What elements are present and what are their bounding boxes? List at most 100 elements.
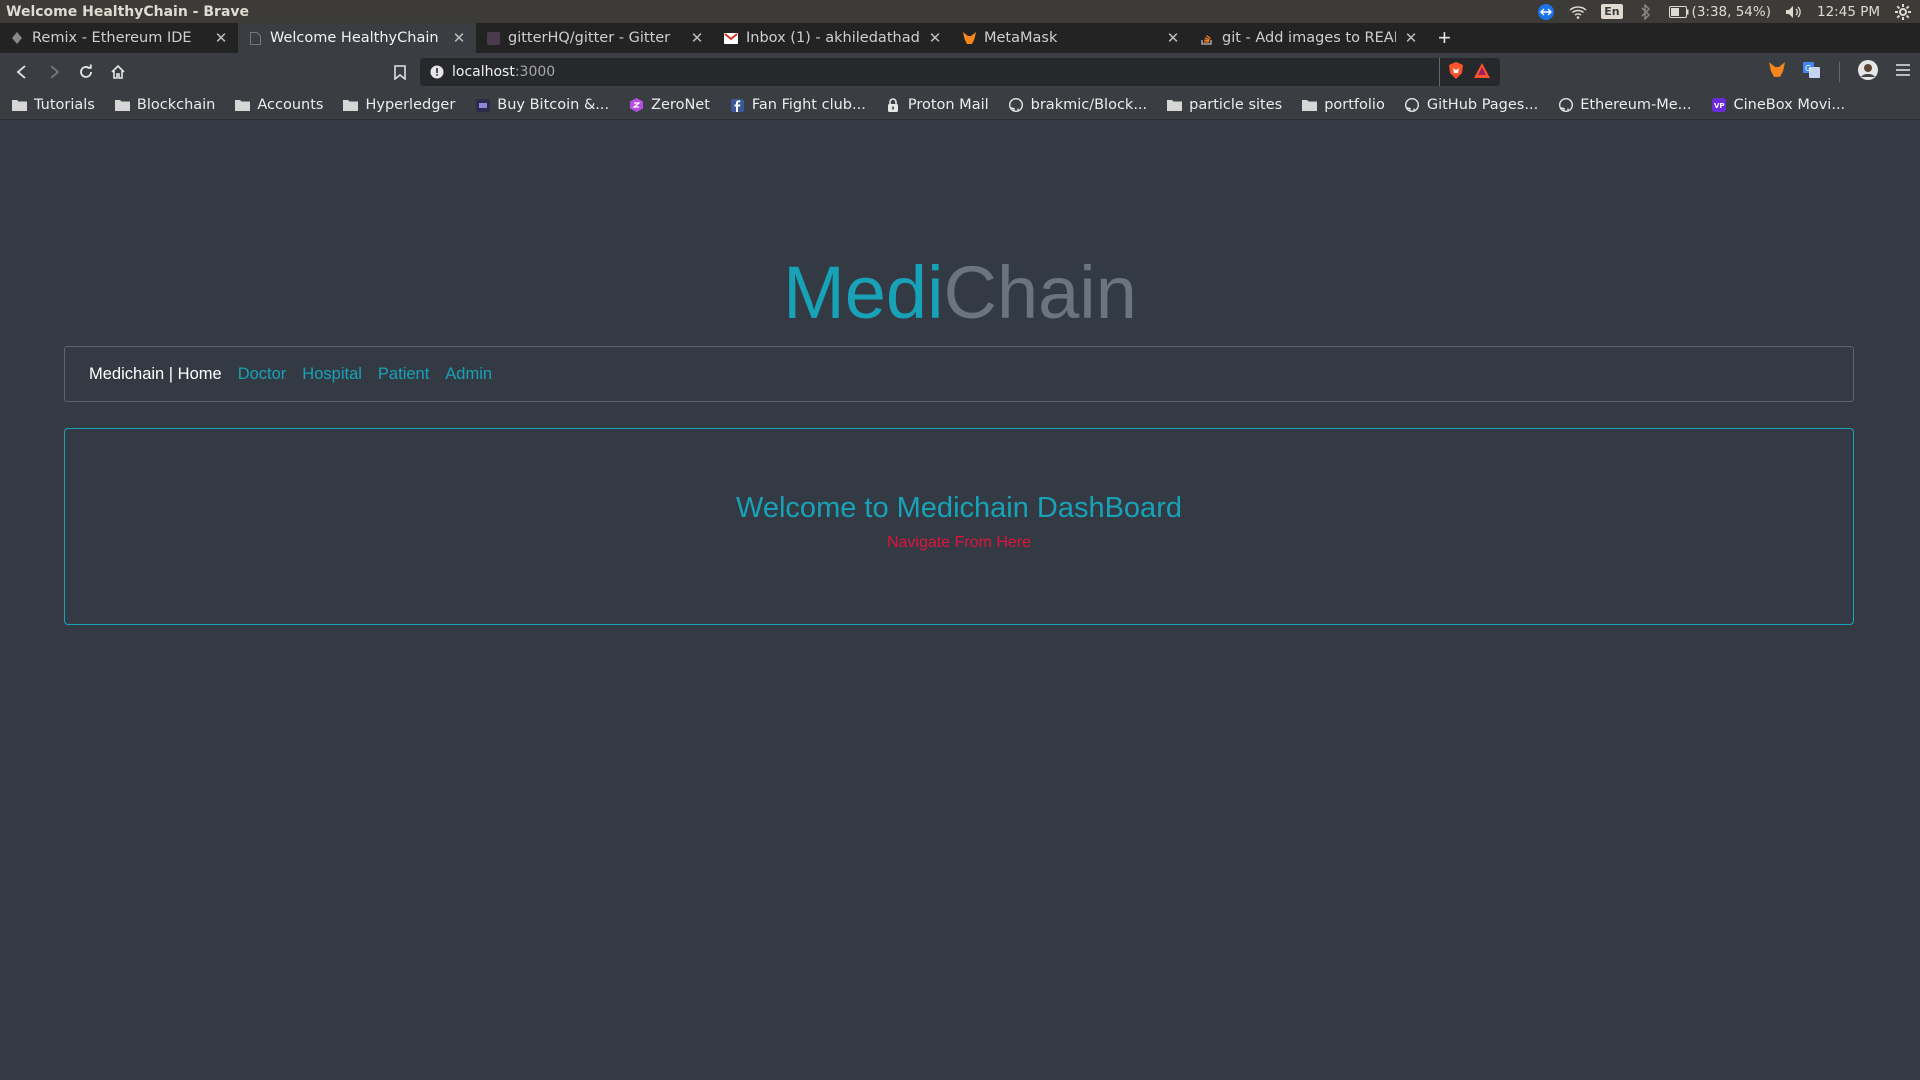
bookmark-particle-sites[interactable]: particle sites	[1155, 97, 1290, 113]
bookmark-label: Hyperledger	[365, 97, 456, 113]
reload-icon	[80, 64, 92, 78]
forward-arrow-icon	[50, 65, 60, 79]
bookmark-label: portfolio	[1324, 97, 1385, 113]
home-icon	[111, 64, 125, 79]
tab-gmail-inbox[interactable]: Inbox (1) - akhiledathadan ✕	[714, 23, 952, 53]
bookmark-fan-fight-club[interactable]: Fan Fight club...	[718, 97, 874, 113]
dashboard-heading: Welcome to Medichain DashBoard	[736, 492, 1182, 524]
tab-title: Welcome HealthyChain	[270, 30, 439, 46]
bookmark-brakmic-block[interactable]: brakmic/Block...	[997, 97, 1156, 113]
nav-home-link[interactable]: Medichain | Home	[89, 365, 222, 384]
page-favicon-icon	[248, 31, 262, 45]
bookmark-zeronet[interactable]: ZeroNet	[617, 97, 718, 113]
folder-icon	[114, 99, 130, 112]
bookmark-label: Ethereum-Me...	[1580, 97, 1692, 113]
tab-title: Remix - Ethereum IDE	[32, 30, 192, 46]
folder-icon	[343, 99, 359, 112]
battery-indicator[interactable]: (3:38, 54%)	[1668, 3, 1771, 20]
volume-icon[interactable]	[1785, 4, 1803, 20]
bookmark-github-pages[interactable]: GitHub Pages...	[1393, 97, 1546, 113]
nav-link-admin[interactable]: Admin	[445, 365, 492, 384]
folder-icon	[235, 99, 251, 112]
brand-logo-title: MediChain	[0, 253, 1920, 333]
site-info-icon[interactable]	[430, 65, 444, 79]
close-icon[interactable]: ✕	[928, 29, 942, 47]
menu-hamburger-icon[interactable]	[1896, 63, 1910, 81]
tab-title: git - Add images to READM	[1222, 30, 1396, 46]
translate-extension-icon[interactable]: G	[1803, 61, 1821, 83]
tab-welcome-healthychain[interactable]: Welcome HealthyChain ✕	[238, 23, 476, 53]
close-icon[interactable]: ✕	[452, 29, 466, 47]
url-port: :3000	[514, 64, 556, 80]
dashboard-welcome-card: Welcome to Medichain DashBoard Navigate …	[64, 428, 1854, 625]
settings-gear-icon[interactable]	[1894, 3, 1912, 20]
home-button[interactable]	[102, 56, 134, 88]
tab-stackoverflow[interactable]: git - Add images to READM ✕	[1190, 23, 1428, 53]
address-bar-actions	[1439, 58, 1500, 86]
close-icon[interactable]: ✕	[214, 29, 228, 47]
os-top-bar: Welcome HealthyChain - Brave En (3:38, 5…	[0, 0, 1920, 23]
browser-toolbar: localhost:3000 G	[0, 53, 1920, 91]
new-tab-button[interactable]: +	[1428, 23, 1461, 53]
address-bar[interactable]: localhost:3000	[420, 58, 1500, 86]
bookmark-buy-bitcoin[interactable]: Buy Bitcoin &...	[463, 97, 617, 113]
facebook-icon	[730, 98, 745, 112]
metamask-extension-icon[interactable]	[1769, 62, 1785, 82]
bookmark-label: particle sites	[1189, 97, 1283, 113]
bookmark-label: brakmic/Block...	[1030, 97, 1148, 113]
battery-icon	[1668, 5, 1689, 18]
bookmark-icon	[394, 64, 406, 80]
back-arrow-icon	[16, 65, 26, 79]
github-icon	[1009, 98, 1024, 112]
brand-part-medi: Medi	[783, 251, 944, 334]
brave-shields-icon[interactable]	[1448, 61, 1464, 83]
folder-icon	[12, 99, 27, 112]
toolbar-extensions: G	[1769, 53, 1910, 91]
window-title: Welcome HealthyChain - Brave	[6, 3, 250, 20]
teamviewer-icon[interactable]	[1537, 3, 1555, 20]
bookmark-label: CineBox Movi...	[1733, 97, 1846, 113]
wifi-icon[interactable]	[1569, 4, 1587, 20]
brave-rewards-icon[interactable]	[1474, 62, 1490, 82]
page-viewport: MediChain Medichain | Home Doctor Hospit…	[0, 120, 1920, 1080]
forward-button[interactable]	[38, 56, 70, 88]
bookmark-proton-mail[interactable]: Proton Mail	[874, 97, 997, 113]
tab-gitter[interactable]: gitterHQ/gitter - Gitter ✕	[476, 23, 714, 53]
tab-remix[interactable]: Remix - Ethereum IDE ✕	[0, 23, 238, 53]
bookmark-label: Fan Fight club...	[751, 97, 866, 113]
remix-favicon-icon	[10, 31, 24, 45]
bookmark-cinebox-movies[interactable]: VP CineBox Movi...	[1700, 97, 1854, 113]
tab-title: gitterHQ/gitter - Gitter	[508, 30, 671, 46]
tab-title: MetaMask	[984, 30, 1058, 46]
close-icon[interactable]: ✕	[1166, 29, 1180, 47]
metamask-favicon-icon	[962, 31, 976, 45]
nav-link-hospital[interactable]: Hospital	[302, 365, 362, 384]
nav-link-patient[interactable]: Patient	[378, 365, 429, 384]
tab-metamask[interactable]: MetaMask ✕	[952, 23, 1190, 53]
keyboard-layout-indicator[interactable]: En	[1601, 4, 1623, 19]
nav-link-doctor[interactable]: Doctor	[238, 365, 287, 384]
bookmark-accounts[interactable]: Accounts	[223, 97, 331, 113]
bookmark-portfolio[interactable]: portfolio	[1290, 97, 1393, 113]
bitcoin-site-icon	[475, 98, 490, 112]
reload-button[interactable]	[70, 56, 102, 88]
battery-text: (3:38, 54%)	[1691, 3, 1771, 20]
brand-part-chain: Chain	[943, 251, 1137, 334]
clock[interactable]: 12:45 PM	[1817, 4, 1880, 20]
profile-avatar[interactable]	[1858, 59, 1878, 85]
close-icon[interactable]: ✕	[1404, 29, 1418, 47]
bookmark-ethereum-me[interactable]: Ethereum-Me...	[1546, 97, 1699, 113]
bookmark-tutorials[interactable]: Tutorials	[0, 97, 103, 113]
bookmark-button[interactable]	[384, 56, 416, 88]
close-icon[interactable]: ✕	[690, 29, 704, 47]
back-button[interactable]	[6, 56, 38, 88]
zeronet-icon	[629, 98, 644, 112]
bookmark-label: Proton Mail	[907, 97, 989, 113]
bluetooth-icon[interactable]	[1637, 3, 1655, 20]
gmail-favicon-icon	[724, 31, 738, 45]
github-icon	[1405, 98, 1420, 112]
bookmark-hyperledger[interactable]: Hyperledger	[331, 97, 463, 113]
url-text[interactable]: localhost:3000	[452, 64, 555, 80]
lock-icon	[886, 98, 901, 112]
bookmark-blockchain[interactable]: Blockchain	[103, 97, 223, 113]
